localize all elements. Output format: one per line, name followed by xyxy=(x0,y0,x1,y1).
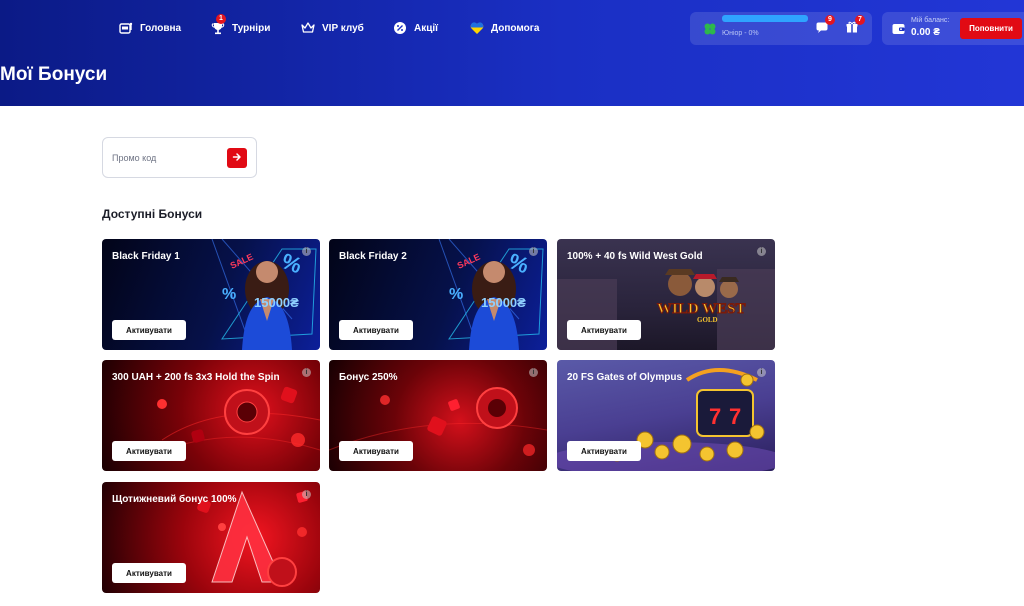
topup-button[interactable]: Поповнити xyxy=(960,18,1022,39)
bonus-card: WILD WEST GOLD 100% + 40 fs Wild West Go… xyxy=(557,239,775,350)
svg-text:SALE: SALE xyxy=(456,252,482,271)
activate-button[interactable]: Активувати xyxy=(112,320,186,340)
sale-text: SALE xyxy=(229,252,255,271)
user-level: Юніор - 0% xyxy=(722,30,759,37)
nav-item-vip[interactable]: VIP клуб xyxy=(300,18,364,38)
activate-button[interactable]: Активувати xyxy=(339,320,413,340)
nav-item-label: Головна xyxy=(140,22,182,34)
wild-west-logo: WILD WEST xyxy=(657,301,746,317)
bonus-card: 7 7 20 FS Gates of Olympus i Активувати xyxy=(557,360,775,471)
bonus-card-title: Бонус 250% xyxy=(339,372,398,383)
gifts-button[interactable]: 7 xyxy=(841,15,865,40)
arrow-right-icon xyxy=(232,149,242,167)
crown-icon xyxy=(300,20,316,36)
trophy-icon: 1 xyxy=(210,14,226,36)
info-icon[interactable]: i xyxy=(302,247,311,256)
page-title: Мої Бонуси xyxy=(0,64,108,85)
bonus-card-title: 100% + 40 fs Wild West Gold xyxy=(567,251,703,262)
clover-icon xyxy=(702,21,718,37)
svg-text:%: % xyxy=(449,286,463,303)
bonus-card: Щотижневий бонус 100% i Активувати xyxy=(102,482,320,593)
bonus-card-title: Щотижневий бонус 100% xyxy=(112,494,237,505)
messages-badge: 9 xyxy=(825,15,835,25)
balance-label: Мій баланс: xyxy=(911,17,950,24)
nav-item-label: Турніри xyxy=(232,22,271,34)
info-icon[interactable]: i xyxy=(529,247,538,256)
nav-item-home[interactable]: Головна xyxy=(118,18,181,38)
activate-button[interactable]: Активувати xyxy=(112,441,186,461)
ukraine-heart-icon xyxy=(469,20,485,36)
svg-text:15000₴: 15000₴ xyxy=(481,295,526,310)
bonus-card-title: Black Friday 1 xyxy=(112,251,180,262)
svg-text:%: % xyxy=(222,286,236,303)
gifts-badge: 7 xyxy=(855,15,865,25)
balance-value: 0.00 ₴ xyxy=(911,27,940,38)
promo-code-box xyxy=(102,137,257,178)
nav-item-label: Допомога xyxy=(491,22,540,34)
activate-button[interactable]: Активувати xyxy=(339,441,413,461)
messages-button[interactable]: 9 xyxy=(811,15,835,40)
balance-panel: Мій баланс: 0.00 ₴ Поповнити xyxy=(882,12,1024,45)
nav-item-label: VIP клуб xyxy=(322,22,364,34)
info-icon[interactable]: i xyxy=(757,368,766,377)
nav-item-label: Акції xyxy=(414,22,438,34)
info-icon[interactable]: i xyxy=(757,247,766,256)
promo-submit-button[interactable] xyxy=(227,148,247,168)
user-panel[interactable]: Юніор - 0% 9 7 xyxy=(690,12,872,45)
bonus-card: Бонус 250% i Активувати xyxy=(329,360,547,471)
bonus-card-title: Black Friday 2 xyxy=(339,251,407,262)
info-icon[interactable]: i xyxy=(302,490,311,499)
nav-item-tournaments[interactable]: 1 Турніри xyxy=(210,14,271,38)
percent-badge-icon xyxy=(392,20,408,36)
header-banner: Головна 1 Турніри VIP клуб Акції Допомог… xyxy=(0,0,1024,106)
activate-button[interactable]: Активувати xyxy=(567,441,641,461)
bonus-card: SALE % % 15000₴ Black Friday 1 i Активув… xyxy=(102,239,320,350)
nav-item-help[interactable]: Допомога xyxy=(469,18,539,38)
svg-text:7: 7 xyxy=(709,404,721,429)
promo-code-input[interactable] xyxy=(112,150,212,166)
svg-text:7: 7 xyxy=(729,404,741,429)
tournaments-badge: 1 xyxy=(216,14,226,24)
bonus-card-title: 300 UAH + 200 fs 3x3 Hold the Spin xyxy=(112,372,280,383)
slot-machine-icon xyxy=(118,20,134,36)
username-bar xyxy=(722,15,808,22)
activate-button[interactable]: Активувати xyxy=(112,563,186,583)
svg-text:GOLD: GOLD xyxy=(697,316,718,324)
info-icon[interactable]: i xyxy=(302,368,311,377)
bonus-card: 300 UAH + 200 fs 3x3 Hold the Spin i Акт… xyxy=(102,360,320,471)
bonus-card-title: 20 FS Gates of Olympus xyxy=(567,372,683,383)
wallet-icon xyxy=(891,21,906,36)
info-icon[interactable]: i xyxy=(529,368,538,377)
activate-button[interactable]: Активувати xyxy=(567,320,641,340)
nav-item-promotions[interactable]: Акції xyxy=(392,18,438,38)
section-title: Доступні Бонуси xyxy=(102,207,203,221)
svg-text:15000₴: 15000₴ xyxy=(254,295,299,310)
bonus-card: SALE % % 15000₴ Black Friday 2 i Активув… xyxy=(329,239,547,350)
